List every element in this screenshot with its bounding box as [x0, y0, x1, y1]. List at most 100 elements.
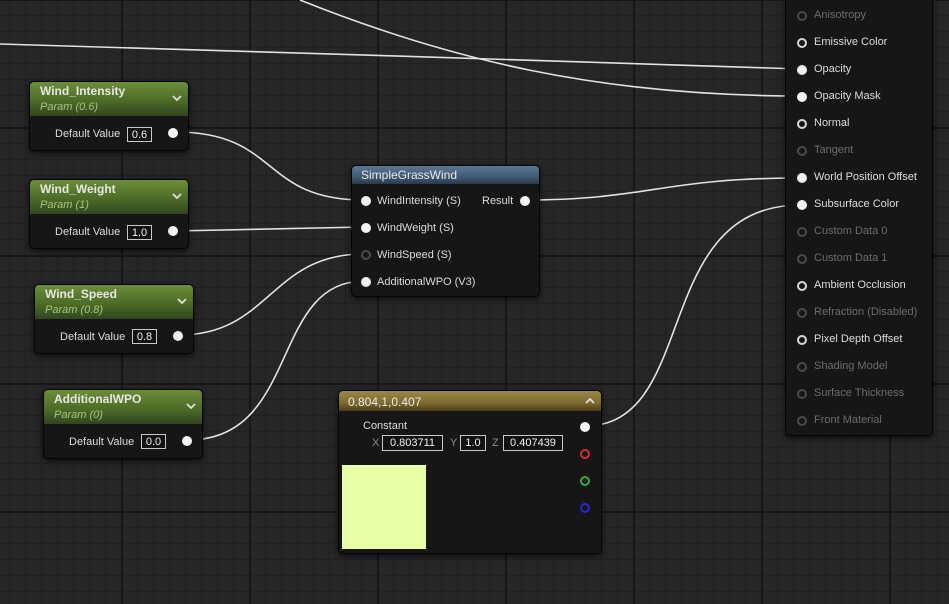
x-label: X: [372, 437, 380, 449]
material-pin-label: Front Material: [814, 414, 882, 426]
output-label-result: Result: [482, 195, 514, 207]
param-subtitle: Param (0.8): [45, 304, 104, 316]
material-pin-icon[interactable]: [797, 254, 807, 264]
material-pin-icon[interactable]: [797, 92, 807, 102]
wire-result-wpo: [523, 177, 802, 201]
material-pin-icon[interactable]: [797, 38, 807, 48]
default-value-input[interactable]: 0.8: [132, 329, 157, 344]
function-node-header[interactable]: SimpleGrassWind: [352, 166, 539, 184]
output-pin[interactable]: [182, 436, 192, 446]
constant-node-header[interactable]: 0.804,1,0.407: [339, 391, 601, 411]
input-pin-wind-speed[interactable]: [361, 250, 371, 260]
wire-wind-intensity: [174, 131, 365, 201]
param-node-header[interactable]: Wind_Weight Param (1): [30, 180, 188, 214]
material-pin-label: Tangent: [814, 144, 854, 156]
param-node-wind-speed[interactable]: Wind_Speed Param (0.8) Default Value 0.8: [34, 284, 194, 354]
default-value-input[interactable]: 1.0: [127, 225, 152, 240]
z-value-input[interactable]: 0.407439: [503, 435, 563, 451]
param-node-wind-intensity[interactable]: Wind_Intensity Param (0.6) Default Value…: [29, 81, 189, 151]
material-pin-label: Opacity Mask: [814, 90, 881, 102]
material-pin-label: Emissive Color: [814, 36, 888, 48]
material-pin-icon[interactable]: [797, 173, 807, 183]
material-pin-label: Normal: [814, 117, 850, 129]
material-pin-icon[interactable]: [797, 281, 807, 291]
material-pin-label: Surface Thickness: [814, 387, 905, 399]
material-pin-label: Custom Data 1: [814, 252, 888, 264]
output-pin-g[interactable]: [580, 476, 590, 486]
param-title: Wind_Intensity: [40, 84, 126, 98]
param-subtitle: Param (0.6): [40, 101, 99, 113]
material-pin-icon[interactable]: [797, 65, 807, 75]
input-label-additional-wpo: AdditionalWPO (V3): [377, 276, 476, 288]
input-label-wind-intensity: WindIntensity (S): [377, 195, 461, 207]
wire-opacity-mask: [299, 0, 802, 97]
constant-label: Constant: [363, 420, 408, 432]
param-node-additional-wpo[interactable]: AdditionalWPO Param (0) Default Value 0.…: [43, 389, 203, 459]
output-pin[interactable]: [168, 226, 178, 236]
input-label-wind-weight: WindWeight (S): [377, 222, 454, 234]
material-pin-label: Opacity: [814, 63, 852, 75]
material-pin-icon[interactable]: [797, 146, 807, 156]
output-pin-rgb[interactable]: [580, 422, 590, 432]
material-pin-label: Anisotropy: [814, 9, 866, 21]
default-value-label: Default Value: [69, 436, 135, 448]
chevron-down-icon[interactable]: [171, 190, 183, 202]
param-node-header[interactable]: AdditionalWPO Param (0): [44, 390, 202, 424]
material-pin-icon[interactable]: [797, 200, 807, 210]
input-pin-wind-intensity[interactable]: [361, 196, 371, 206]
input-pin-additional-wpo[interactable]: [361, 277, 371, 287]
color-preview-swatch: [342, 465, 426, 549]
output-pin[interactable]: [168, 128, 178, 138]
param-subtitle: Param (1): [40, 199, 89, 211]
material-pin-label: Ambient Occlusion: [814, 279, 906, 291]
param-node-header[interactable]: Wind_Intensity Param (0.6): [30, 82, 188, 116]
material-pin-icon[interactable]: [797, 335, 807, 345]
default-value-label: Default Value: [55, 128, 121, 140]
material-pin-icon[interactable]: [797, 227, 807, 237]
material-pin-label: Refraction (Disabled): [814, 306, 918, 318]
material-pin-label: Pixel Depth Offset: [814, 333, 903, 345]
output-pin-b[interactable]: [580, 503, 590, 513]
material-pin-icon[interactable]: [797, 416, 807, 426]
param-title: Wind_Weight: [40, 182, 116, 196]
x-value-input[interactable]: 0.803711: [382, 435, 443, 451]
material-pin-label: Custom Data 0: [814, 225, 888, 237]
wire-constant-subsurface: [584, 204, 802, 427]
material-pin-label: Subsurface Color: [814, 198, 899, 210]
material-pin-icon[interactable]: [797, 389, 807, 399]
chevron-down-icon[interactable]: [176, 295, 188, 307]
function-node-title: SimpleGrassWind: [361, 168, 458, 182]
default-value-input[interactable]: 0.6: [127, 127, 152, 142]
material-result-node[interactable]: Anisotropy Emissive Color Opacity Opacity M…: [785, 0, 933, 436]
material-pin-icon[interactable]: [797, 119, 807, 129]
y-value-input[interactable]: 1.0: [460, 435, 486, 451]
param-subtitle: Param (0): [54, 409, 103, 421]
material-pin-icon[interactable]: [797, 11, 807, 21]
chevron-down-icon[interactable]: [171, 92, 183, 104]
default-value-label: Default Value: [60, 331, 126, 343]
wire-opacity: [0, 43, 802, 70]
material-pin-icon[interactable]: [797, 308, 807, 318]
wire-wind-speed: [178, 253, 365, 336]
default-value-input[interactable]: 0.0: [141, 434, 166, 449]
chevron-down-icon[interactable]: [185, 400, 197, 412]
material-pin-label: World Position Offset: [814, 171, 917, 183]
input-pin-wind-weight[interactable]: [361, 223, 371, 233]
output-pin[interactable]: [173, 331, 183, 341]
y-label: Y: [450, 437, 458, 449]
constant-node-title: 0.804,1,0.407: [348, 395, 422, 409]
chevron-up-icon[interactable]: [584, 395, 596, 407]
output-pin-result[interactable]: [520, 196, 530, 206]
wire-wind-weight: [174, 226, 365, 232]
param-node-header[interactable]: Wind_Speed Param (0.8): [35, 285, 193, 319]
input-label-wind-speed: WindSpeed (S): [377, 249, 452, 261]
param-title: Wind_Speed: [45, 287, 117, 301]
material-pin-icon[interactable]: [797, 362, 807, 372]
param-title: AdditionalWPO: [54, 392, 142, 406]
output-pin-r[interactable]: [580, 449, 590, 459]
z-label: Z: [492, 437, 499, 449]
default-value-label: Default Value: [55, 226, 121, 238]
constant3vector-node[interactable]: 0.804,1,0.407 Constant X 0.803711 Y 1.0 …: [338, 390, 602, 554]
param-node-wind-weight[interactable]: Wind_Weight Param (1) Default Value 1.0: [29, 179, 189, 249]
simple-grass-wind-node[interactable]: SimpleGrassWind WindIntensity (S) WindWe…: [351, 165, 540, 297]
